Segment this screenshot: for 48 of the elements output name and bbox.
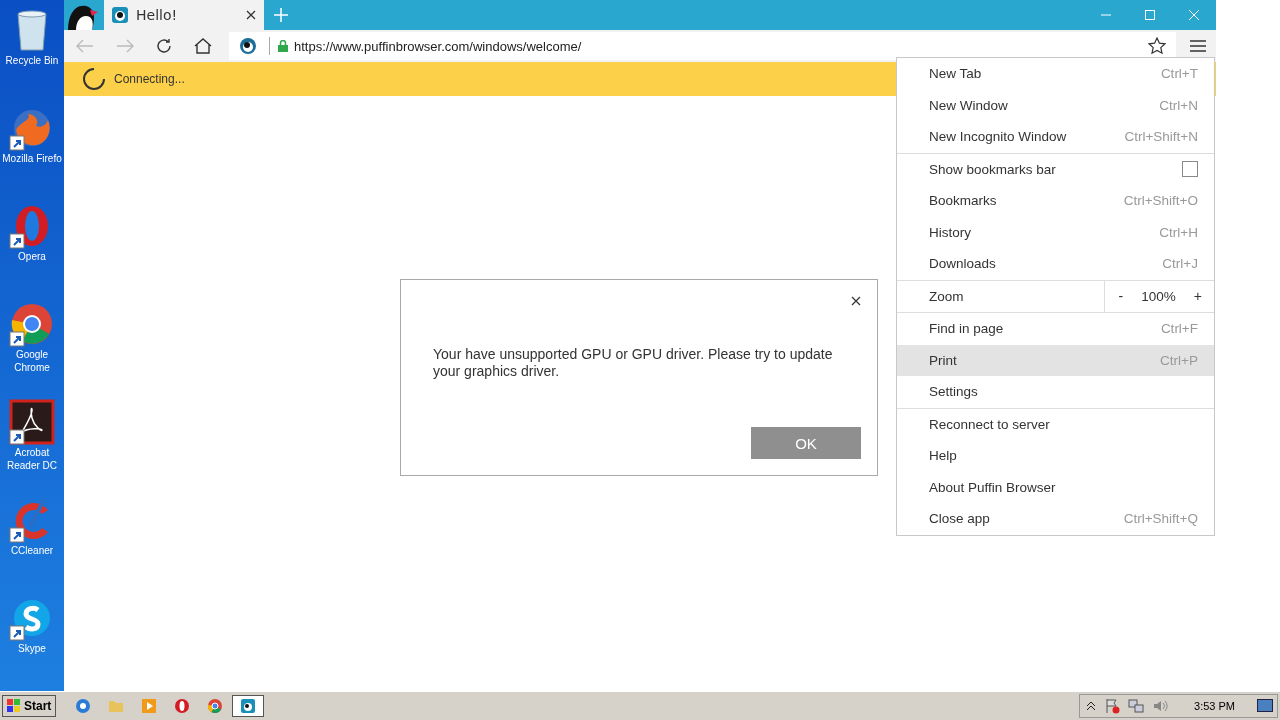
menu-item[interactable]: Reconnect to server: [897, 408, 1214, 440]
menu-item[interactable]: Close app Ctrl+Shift+Q: [897, 503, 1214, 535]
desktop-icon-label: Mozilla Firefo: [1, 152, 63, 165]
menu-item[interactable]: Help: [897, 440, 1214, 472]
home-icon[interactable]: [194, 38, 212, 54]
chevron-up-icon[interactable]: [1086, 701, 1097, 711]
address-field[interactable]: https://www.puffinbrowser.com/windows/welcome/: [229, 32, 1176, 60]
desktop-icon-label: Recycle Bin: [4, 54, 60, 67]
pdf-reader-icon[interactable]: [8, 398, 56, 446]
menu-item[interactable]: History Ctrl+H: [897, 216, 1214, 248]
dialog-message: Your have unsupported GPU or GPU driver. Please try to update your graphics driver.: [433, 346, 834, 380]
desktop-icon-label: Acrobat Reader DC: [6, 446, 58, 472]
spinner-icon: [82, 67, 106, 91]
menu-item[interactable]: New Tab Ctrl+T: [897, 58, 1214, 90]
desktop-icon-label: Skype: [17, 642, 47, 655]
star-icon[interactable]: [1148, 37, 1166, 55]
reload-icon[interactable]: [156, 38, 172, 54]
clock: 3:53 PM: [1194, 700, 1235, 712]
windows-logo-icon: [7, 699, 21, 713]
puffin-favicon-icon: [112, 7, 128, 23]
checkbox[interactable]: [1182, 161, 1198, 178]
zoom-out-button[interactable]: -: [1114, 288, 1128, 305]
menu-item[interactable]: New Window Ctrl+N: [897, 89, 1214, 121]
zoom-label: Zoom: [929, 288, 965, 304]
status-text: Connecting...: [114, 72, 185, 86]
menu-item[interactable]: Bookmarks Ctrl+Shift+O: [897, 185, 1214, 217]
desktop-icon-label: CCleaner: [9, 544, 55, 557]
menu-item[interactable]: Downloads Ctrl+J: [897, 248, 1214, 280]
flag-error-icon[interactable]: [1104, 698, 1121, 714]
menu-item[interactable]: About Puffin Browser: [897, 471, 1214, 503]
maximize-icon[interactable]: [1145, 10, 1155, 20]
menu-icon[interactable]: [1190, 40, 1206, 52]
start-button[interactable]: Start: [2, 695, 57, 717]
zoom-value: 100%: [1141, 288, 1176, 304]
menu-item[interactable]: Find in page Ctrl+F: [897, 313, 1214, 345]
lock-icon: [278, 40, 288, 52]
menu-item[interactable]: New Incognito Window Ctrl+Shift+N: [897, 121, 1214, 153]
network-icon[interactable]: [1128, 698, 1145, 714]
desktop-icon-label: Opera: [17, 250, 47, 263]
browser-tab[interactable]: Hello!: [104, 0, 264, 30]
menu-item[interactable]: Show bookmarks bar: [897, 153, 1214, 185]
show-desktop-icon[interactable]: [1257, 699, 1273, 713]
menu-item[interactable]: Print Ctrl+P: [897, 344, 1214, 376]
zoom-in-button[interactable]: +: [1189, 288, 1206, 305]
menu-item[interactable]: Settings: [897, 376, 1214, 408]
close-icon[interactable]: [246, 10, 256, 20]
close-icon[interactable]: [851, 296, 861, 306]
desktop-icon-label: Google Chrome: [13, 348, 51, 374]
